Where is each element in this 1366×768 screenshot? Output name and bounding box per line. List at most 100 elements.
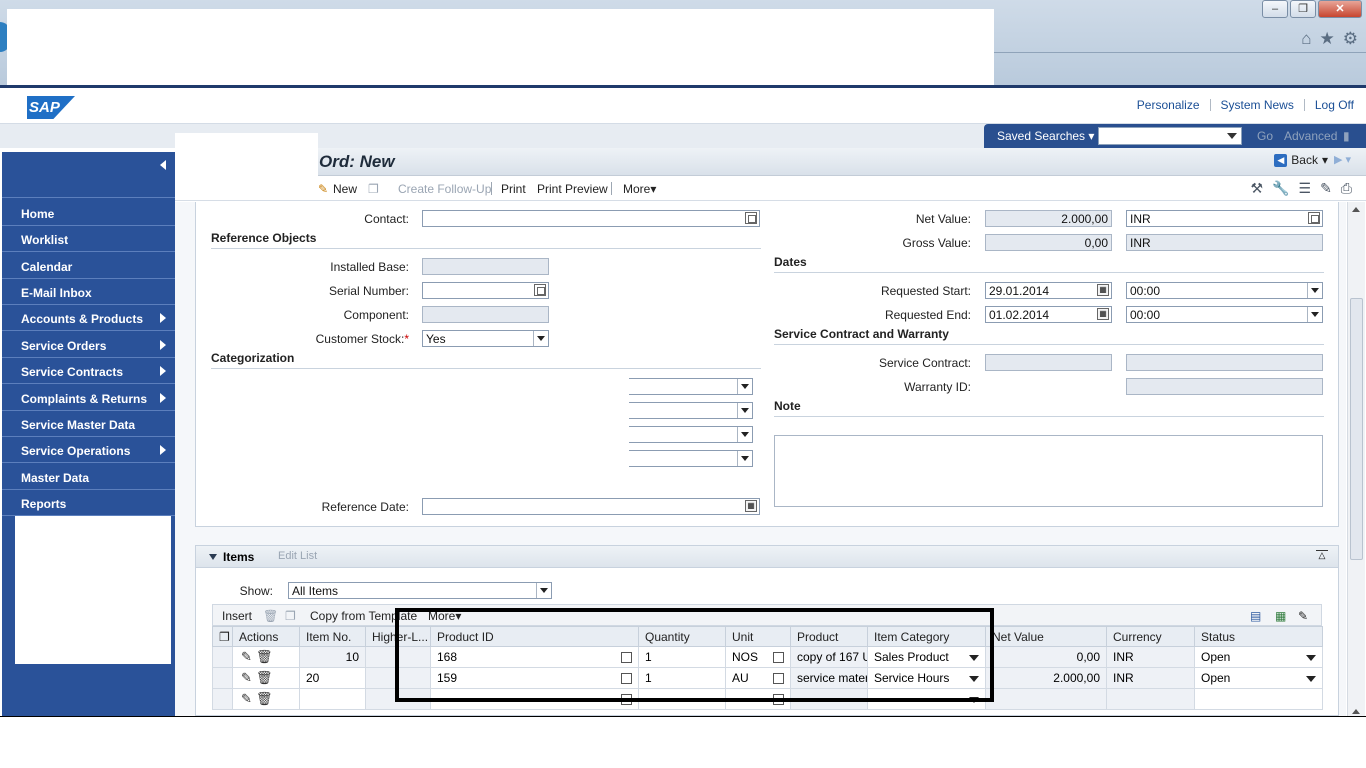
column-header[interactable]: Actions (232, 626, 300, 647)
back-dropdown-icon[interactable]: ▾ (1322, 153, 1328, 167)
go-button[interactable]: Go (1257, 129, 1273, 143)
item-no-cell[interactable] (299, 688, 366, 710)
row-selector[interactable] (212, 667, 233, 689)
category-3-select[interactable] (629, 426, 753, 443)
status-cell[interactable]: Open (1194, 667, 1323, 689)
sidebar-item-reports[interactable]: Reports (2, 490, 175, 516)
create-follow-up-button[interactable]: Create Follow-Up (398, 182, 491, 196)
delete-icon[interactable]: 🗑 (263, 609, 278, 623)
requested-start-date-field[interactable]: 29.01.2014 ▦ (985, 282, 1112, 299)
back-button[interactable]: ◀ Back ▾ (1274, 153, 1328, 167)
column-header[interactable]: Net Value (985, 626, 1107, 647)
status-cell[interactable]: Open (1194, 646, 1323, 668)
close-window-button[interactable]: ✕ (1318, 0, 1362, 18)
personalize-tool-icon[interactable]: ⚒ (1251, 180, 1264, 197)
value-help-icon[interactable] (745, 212, 757, 224)
category-1-select[interactable] (629, 378, 753, 395)
sidebar-collapse-button[interactable] (2, 152, 175, 198)
category-4-select[interactable] (629, 450, 753, 467)
delete-row-icon[interactable]: 🗑 (256, 691, 273, 707)
sidebar-item-calendar[interactable]: Calendar (2, 253, 175, 279)
sidebar-item-service-contracts[interactable]: Service Contracts (2, 358, 175, 384)
minimize-button[interactable]: – (1262, 0, 1288, 18)
sidebar-item-worklist[interactable]: Worklist (2, 226, 175, 252)
sidebar-item-master-data[interactable]: Master Data (2, 464, 175, 490)
scroll-down-icon[interactable] (1352, 709, 1360, 714)
delete-row-icon[interactable]: 🗑 (256, 670, 273, 686)
category-2-select[interactable] (629, 402, 753, 419)
sidebar-item-email-inbox[interactable]: E-Mail Inbox (2, 279, 175, 305)
export-excel-icon[interactable]: ▦ (1275, 609, 1286, 623)
item-no-cell[interactable]: 20 (299, 667, 366, 689)
item-no-cell: 10 (299, 646, 366, 668)
edit-list-button[interactable]: Edit List (278, 550, 317, 562)
customer-stock-select[interactable]: Yes (422, 330, 549, 347)
requested-end-time-select[interactable]: 00:00 (1126, 306, 1323, 323)
vertical-scrollbar[interactable] (1347, 202, 1365, 716)
status-cell[interactable] (1194, 688, 1323, 710)
favorites-star-icon[interactable]: ★ (1320, 29, 1335, 49)
row-selector[interactable] (212, 646, 233, 668)
wrench-icon[interactable]: 🔧 (1272, 180, 1289, 197)
reference-objects-heading: Reference Objects (211, 231, 317, 245)
requested-start-time: 00:00 (1130, 284, 1161, 298)
installed-base-field[interactable] (422, 258, 549, 275)
delete-search-icon[interactable]: ▮ (1343, 129, 1350, 143)
select-all-icon[interactable]: ❐ (212, 626, 233, 647)
show-select[interactable]: All Items (288, 582, 552, 599)
requested-end-date-field[interactable]: 01.02.2014 ▦ (985, 306, 1112, 323)
note-textarea[interactable] (774, 435, 1323, 507)
column-header[interactable]: Status (1194, 626, 1323, 647)
insert-button[interactable]: Insert (222, 609, 252, 623)
edit-row-icon[interactable]: ✎ (241, 649, 252, 665)
personalize-link[interactable]: Personalize (1137, 98, 1200, 112)
saved-searches-dropdown[interactable]: Saved Searches ▾ (997, 129, 1094, 143)
scroll-up-icon[interactable] (1352, 207, 1360, 212)
copy-icon[interactable]: ❐ (285, 609, 296, 623)
requested-start-time-select[interactable]: 00:00 (1126, 282, 1323, 299)
edit-row-icon[interactable]: ✎ (241, 691, 252, 707)
column-header[interactable]: Currency (1106, 626, 1195, 647)
printer-icon[interactable]: ⎙ (1341, 180, 1352, 197)
net-currency-field[interactable]: INR (1126, 210, 1323, 227)
sidebar-item-complaints-returns[interactable]: Complaints & Returns (2, 385, 175, 411)
sidebar-item-service-orders[interactable]: Service Orders (2, 332, 175, 358)
sidebar-item-accounts-products[interactable]: Accounts & Products (2, 305, 175, 331)
column-header[interactable]: Item No. (299, 626, 366, 647)
serial-number-field[interactable] (422, 282, 549, 299)
row-selector[interactable] (212, 688, 233, 710)
more-button[interactable]: More▾ (623, 182, 656, 196)
list-icon[interactable]: ☰ (1299, 180, 1312, 197)
home-icon[interactable]: ⌂ (1301, 29, 1311, 49)
scrollbar-thumb[interactable] (1350, 298, 1363, 560)
new-button[interactable]: New (333, 182, 357, 196)
reference-date-field[interactable]: ▦ (422, 498, 760, 515)
edit-row-icon[interactable]: ✎ (241, 670, 252, 686)
chart-icon[interactable]: ▤ (1250, 609, 1261, 623)
print-preview-button[interactable]: Print Preview (537, 182, 608, 196)
sidebar-item-home[interactable]: Home (2, 200, 175, 226)
pencil-icon[interactable]: ✎ (1320, 180, 1332, 197)
forward-arrow-icon[interactable]: ▶ ▾ (1334, 153, 1362, 167)
collapse-icon[interactable]: △ (1316, 550, 1328, 562)
value-help-icon[interactable] (534, 284, 546, 296)
sidebar-item-service-master-data[interactable]: Service Master Data (2, 411, 175, 437)
calendar-icon[interactable]: ▦ (1097, 284, 1109, 296)
delete-row-icon[interactable]: 🗑 (256, 649, 273, 665)
saved-searches-select[interactable] (1098, 127, 1242, 145)
calendar-icon[interactable]: ▦ (1097, 308, 1109, 320)
system-news-link[interactable]: System News (1221, 98, 1294, 112)
settings-gear-icon[interactable]: ⚙ (1343, 29, 1358, 49)
maximize-button[interactable]: ❐ (1290, 0, 1316, 18)
value-help-icon[interactable] (1308, 212, 1320, 224)
expand-arrow-icon[interactable] (209, 554, 217, 560)
advanced-button[interactable]: Advanced (1284, 129, 1337, 143)
calendar-icon[interactable]: ▦ (745, 500, 757, 512)
sidebar-item-service-operations[interactable]: Service Operations (2, 437, 175, 463)
print-button[interactable]: Print (501, 182, 526, 196)
component-field[interactable] (422, 306, 549, 323)
service-contract-field[interactable] (985, 354, 1112, 371)
log-off-link[interactable]: Log Off (1315, 98, 1354, 112)
contact-field[interactable] (422, 210, 760, 227)
edit-pencil-icon[interactable]: ✎ (1298, 609, 1308, 623)
